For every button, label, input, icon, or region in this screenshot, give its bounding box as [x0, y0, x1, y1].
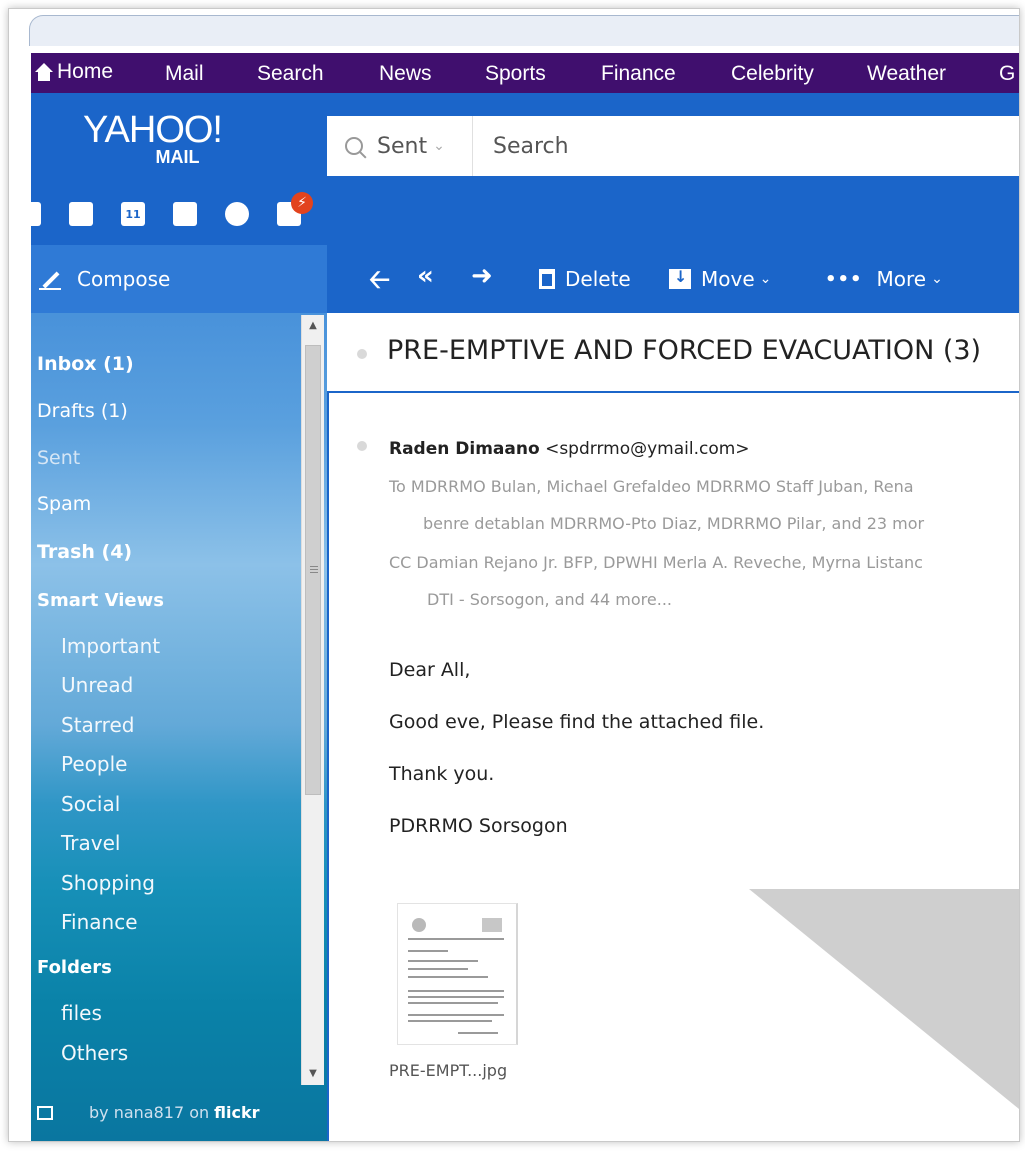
trash-icon	[539, 269, 555, 289]
newsfeed-icon[interactable]: ⚡	[277, 192, 313, 226]
to-recipients-line2[interactable]: benre detablan MDRRMO-Pto Diaz, MDRRMO P…	[423, 514, 924, 533]
home-icon	[35, 63, 53, 81]
message-toolbar: 🡠 « ➜ Delete Move ⌄ ••• More ⌄	[327, 245, 1019, 313]
folder-drafts[interactable]: Drafts (1)	[37, 400, 128, 422]
folder-others[interactable]: Others	[61, 1041, 128, 1065]
body-greeting: Dear All,	[389, 659, 471, 681]
move-button[interactable]: Move ⌄	[669, 267, 771, 291]
smart-view-starred[interactable]: Starred	[61, 713, 134, 737]
sender[interactable]: Raden Dimaano <spdrrmo@ymail.com>	[389, 439, 750, 459]
messenger-icon[interactable]	[225, 202, 249, 226]
app-switcher: 11 ⚡	[31, 192, 329, 231]
nav-mail[interactable]: Mail	[165, 62, 204, 86]
nav-search[interactable]: Search	[257, 62, 324, 86]
credit-prefix: by nana817 on	[89, 1103, 210, 1122]
search-bar: Sent ⌄	[327, 116, 1019, 176]
shadow-overlay	[749, 889, 1019, 1109]
message-dot-icon	[357, 441, 367, 451]
folder-spam[interactable]: Spam	[37, 493, 91, 515]
body-thanks: Thank you.	[389, 763, 495, 785]
sender-name: Raden Dimaano	[389, 439, 540, 459]
attachment-thumbnail[interactable]	[397, 903, 518, 1045]
search-input[interactable]	[491, 132, 975, 160]
move-label: Move	[701, 267, 755, 291]
nav-weather[interactable]: Weather	[867, 62, 946, 86]
nav-sports[interactable]: Sports	[485, 62, 546, 86]
mail-icon[interactable]	[31, 202, 41, 226]
sidebar-scrollbar[interactable]: ▲ ▼	[301, 315, 324, 1085]
smart-view-unread[interactable]: Unread	[61, 673, 133, 697]
nav-home-label: Home	[57, 60, 114, 83]
search-icon	[345, 137, 363, 155]
scroll-thumb[interactable]	[305, 345, 321, 795]
to-recipients-line1[interactable]: To MDRRMO Bulan, Michael Grefaldeo MDRRM…	[389, 477, 914, 496]
calendar-icon[interactable]: 11	[121, 202, 145, 226]
contacts-icon[interactable]	[69, 202, 93, 226]
yahoo-mail-logo[interactable]: YAHOO! MAIL	[83, 109, 223, 168]
logo-main-text: YAHOO!	[83, 109, 223, 151]
compose-button[interactable]: Compose	[39, 267, 170, 291]
conversation-dot-icon	[357, 349, 367, 359]
more-label: More	[876, 267, 927, 291]
image-icon	[37, 1105, 53, 1120]
folder-sent[interactable]: Sent	[37, 447, 80, 469]
smart-view-travel[interactable]: Travel	[61, 831, 120, 855]
browser-tab[interactable]	[29, 15, 1019, 46]
nav-news[interactable]: News	[379, 62, 432, 86]
folder-files[interactable]: files	[61, 1001, 102, 1025]
smart-view-important[interactable]: Important	[61, 634, 160, 658]
scroll-down-arrow[interactable]: ▼	[302, 1063, 324, 1085]
reply-icon[interactable]: 🡠	[369, 261, 390, 305]
chevron-down-icon: ⌄	[931, 271, 943, 287]
delete-button[interactable]: Delete	[539, 267, 631, 291]
more-button[interactable]: ••• More ⌄	[825, 267, 943, 291]
compose-label: Compose	[77, 267, 171, 291]
notepad-icon[interactable]	[173, 202, 197, 226]
nav-more[interactable]: G	[999, 62, 1015, 86]
subject-row: PRE-EMPTIVE AND FORCED EVACUATION (3)	[327, 313, 1019, 393]
body-text: Good eve, Please find the attached file.	[389, 711, 765, 733]
smart-view-shopping[interactable]: Shopping	[61, 871, 155, 895]
folder-inbox[interactable]: Inbox (1)	[37, 353, 134, 375]
smart-view-finance[interactable]: Finance	[61, 910, 138, 934]
screenshot-frame: Home Mail Search News Sports Finance Cel…	[8, 8, 1020, 1142]
folders-heading[interactable]: Folders	[37, 957, 112, 978]
folder-trash[interactable]: Trash (4)	[37, 541, 132, 563]
body-signature: PDRRMO Sorsogon	[389, 815, 568, 837]
mail-header: YAHOO! MAIL Sent ⌄ 11 ⚡	[31, 93, 1019, 245]
cc-recipients-line1[interactable]: CC Damian Rejano Jr. BFP, DPWHI Merla A.…	[389, 553, 923, 572]
yahoo-top-nav: Home Mail Search News Sports Finance Cel…	[31, 53, 1019, 93]
compose-bar: Compose	[31, 245, 327, 313]
nav-finance[interactable]: Finance	[601, 62, 676, 86]
forward-icon[interactable]: ➜	[471, 261, 493, 291]
delete-label: Delete	[565, 267, 631, 291]
chevron-down-icon: ⌄	[433, 138, 445, 154]
nav-celebrity[interactable]: Celebrity	[731, 62, 814, 86]
sidebar: Compose Inbox (1) Drafts (1) Sent Spam T…	[31, 245, 327, 1141]
cc-recipients-line2[interactable]: DTI - Sorsogon, and 44 more...	[427, 590, 672, 609]
message-subject: PRE-EMPTIVE AND FORCED EVACUATION (3)	[387, 335, 982, 366]
reply-all-icon[interactable]: «	[417, 261, 434, 291]
more-dots-icon: •••	[825, 268, 863, 290]
pencil-icon	[39, 268, 61, 290]
search-scope-dropdown[interactable]: Sent ⌄	[327, 116, 473, 176]
lightning-icon: ⚡	[291, 192, 313, 214]
sender-email: <spdrrmo@ymail.com>	[545, 439, 750, 459]
smart-views-heading[interactable]: Smart Views	[37, 590, 164, 611]
credit-brand: flickr	[214, 1103, 260, 1122]
smart-view-people[interactable]: People	[61, 752, 127, 776]
scroll-up-arrow[interactable]: ▲	[302, 315, 324, 337]
chevron-down-icon: ⌄	[759, 271, 772, 287]
move-icon	[669, 267, 691, 289]
background-credit[interactable]: by nana817 on flickr	[37, 1103, 260, 1122]
attachment-filename[interactable]: PRE-EMPT...jpg	[389, 1061, 507, 1080]
search-scope-label: Sent	[377, 133, 428, 159]
nav-home[interactable]: Home	[35, 60, 113, 84]
smart-view-social[interactable]: Social	[61, 792, 120, 816]
browser-chrome	[9, 9, 1019, 53]
